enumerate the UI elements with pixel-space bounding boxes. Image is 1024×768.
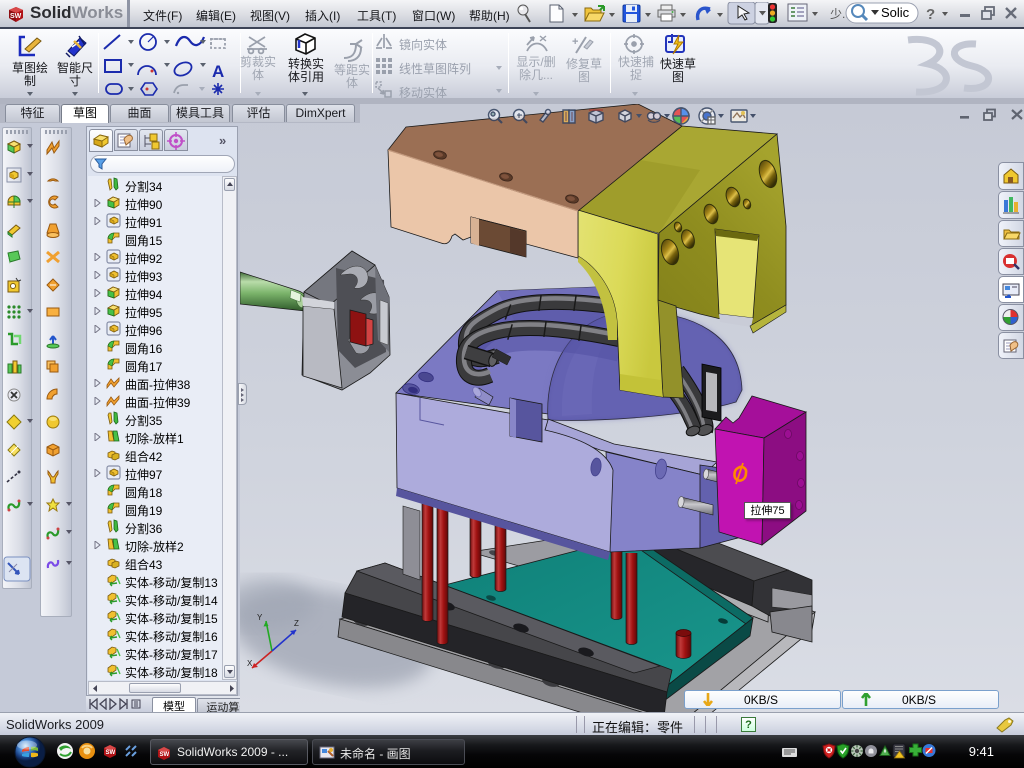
svg-text:Solic: Solic [881,5,910,20]
svg-text:X: X [247,659,253,668]
svg-text:A: A [212,62,224,81]
svg-text:Y: Y [257,613,263,622]
svg-text:9:41: 9:41 [969,744,994,759]
svg-text:Z: Z [294,619,299,628]
svg-text:SW: SW [160,752,170,758]
svg-text:SW: SW [106,750,116,756]
svg-text:?: ? [926,6,935,23]
svg-text:+: + [572,36,578,48]
svg-text:SW: SW [10,13,22,20]
